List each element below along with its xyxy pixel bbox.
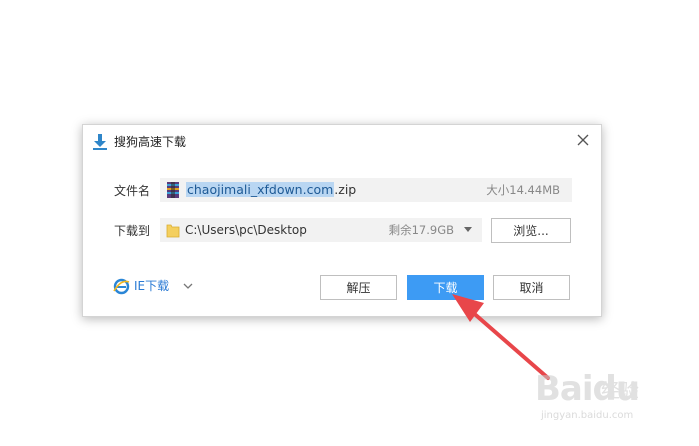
download-button[interactable]: 下载 [407, 275, 484, 300]
folder-icon [166, 224, 180, 238]
filename-label: 文件名 [114, 184, 151, 198]
filename-extension: .zip [334, 182, 357, 197]
filename-text[interactable]: chaojimali_xfdown.com.zip [186, 181, 356, 198]
dialog-title: 搜狗高速下载 [114, 135, 187, 149]
ie-download-label[interactable]: IE下载 [134, 278, 169, 294]
ie-browser-icon [113, 278, 130, 295]
close-icon[interactable] [574, 131, 592, 149]
winrar-archive-icon [167, 182, 179, 198]
watermark-jingyan: 经验 [601, 380, 640, 402]
filename-field[interactable]: chaojimali_xfdown.com.zip 大小14.44MB [160, 178, 572, 202]
chevron-down-icon[interactable] [183, 281, 193, 291]
saveto-label: 下载到 [114, 224, 151, 238]
extract-button[interactable]: 解压 [320, 275, 397, 300]
free-space: 剩余17.9GB [388, 223, 454, 237]
save-path-dropdown[interactable]: C:\Users\pc\Desktop 剩余17.9GB [160, 218, 482, 242]
watermark-url: jingyan.baidu.com [541, 410, 634, 421]
baidu-watermark: Baidu 经验 jingyan.baidu.com [535, 370, 665, 430]
browse-button[interactable]: 浏览... [491, 218, 571, 243]
cancel-button[interactable]: 取消 [493, 275, 570, 300]
download-dialog: 搜狗高速下载 文件名 chaojimali_xfdown.com.zip 大小1… [82, 124, 602, 317]
save-path-text: C:\Users\pc\Desktop [185, 223, 307, 237]
filename-selected[interactable]: chaojimali_xfdown.com [186, 182, 335, 197]
download-arrow-icon [93, 134, 107, 150]
dropdown-caret-icon[interactable] [464, 227, 472, 232]
file-size: 大小14.44MB [486, 183, 560, 197]
